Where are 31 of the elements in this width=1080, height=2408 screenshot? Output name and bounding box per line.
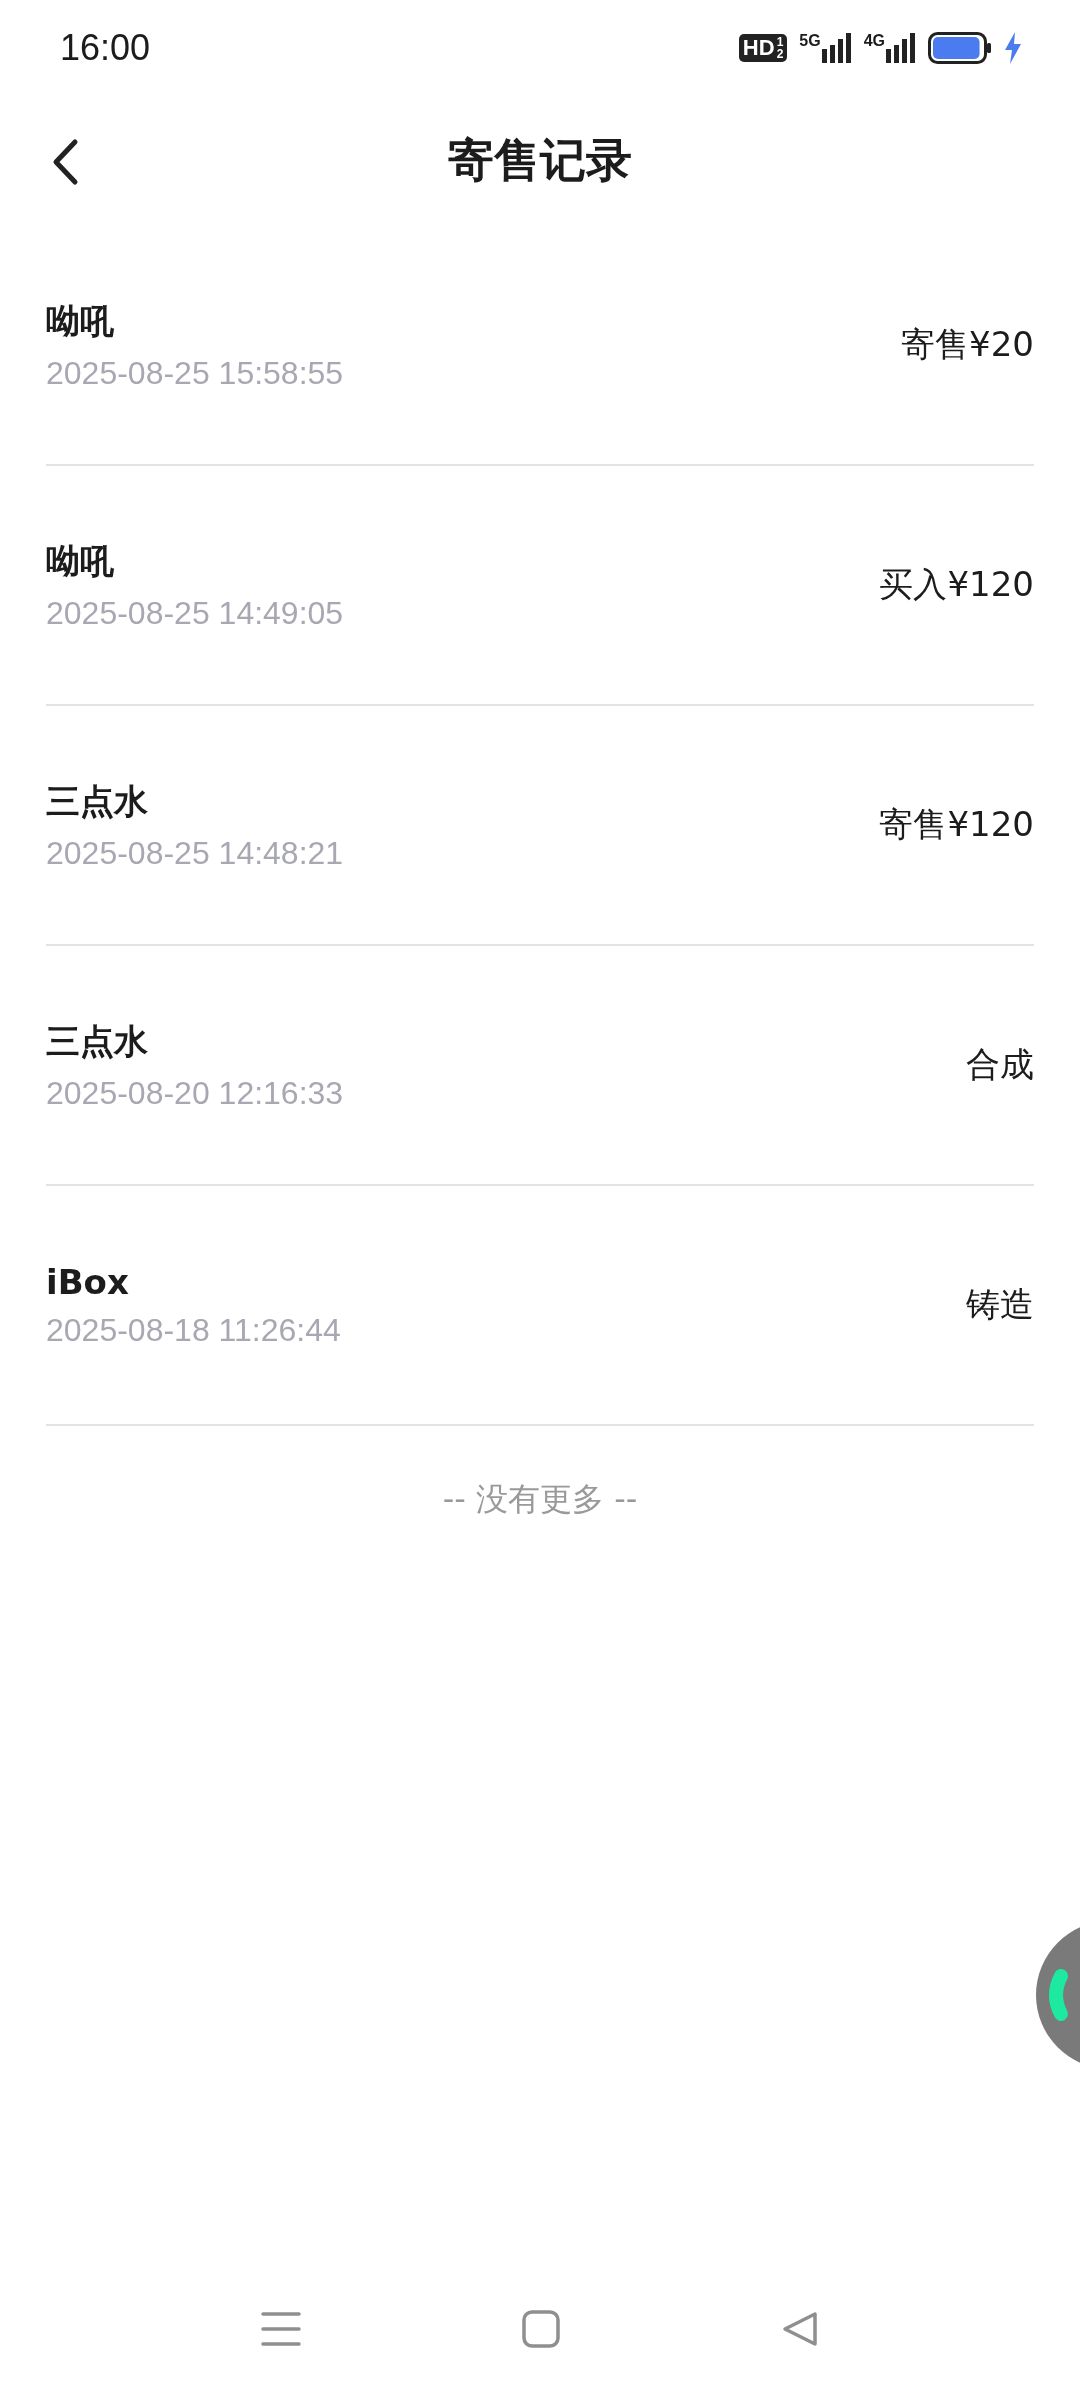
record-action: 寄售¥20 — [901, 323, 1034, 366]
record-row[interactable]: 三点水 2025-08-25 14:48:21 寄售¥120 — [46, 706, 1034, 946]
record-name: 呦吼 — [46, 539, 115, 583]
record-name: 呦吼 — [46, 299, 115, 343]
record-time: 2025-08-20 12:16:33 — [46, 1074, 344, 1112]
battery-icon — [928, 32, 992, 64]
network-label: 5G — [799, 33, 821, 49]
record-action: 寄售¥120 — [879, 803, 1034, 846]
record-time: 2025-08-25 14:49:05 — [46, 594, 344, 632]
record-name: 三点水 — [46, 1019, 149, 1063]
record-row[interactable]: 三点水 2025-08-20 12:16:33 合成 — [46, 946, 1034, 1186]
record-name: 三点水 — [46, 779, 149, 823]
menu-icon[interactable] — [260, 2311, 301, 2347]
record-row[interactable]: 呦吼 2025-08-25 14:49:05 买入¥120 — [46, 466, 1034, 706]
record-action: 买入¥120 — [879, 563, 1034, 606]
record-row[interactable]: iBox 2025-08-18 11:26:44 铸造 — [46, 1186, 1034, 1426]
record-time: 2025-08-25 14:48:21 — [46, 834, 344, 872]
no-more-text: -- 没有更多 -- — [442, 1479, 638, 1520]
back-triangle-icon[interactable] — [781, 2310, 820, 2348]
status-time: 16:00 — [60, 27, 151, 69]
record-time: 2025-08-25 15:58:55 — [46, 354, 344, 392]
home-icon[interactable] — [522, 2310, 560, 2348]
signal-icon — [886, 33, 916, 63]
record-row[interactable]: 呦吼 2025-08-25 15:58:55 寄售¥20 — [46, 226, 1034, 466]
page-title: 寄售记录 — [448, 132, 632, 189]
record-name: iBox — [46, 1261, 130, 1302]
record-time: 2025-08-18 11:26:44 — [46, 1311, 341, 1349]
signal-icon — [821, 33, 852, 63]
record-action: 合成 — [966, 1043, 1034, 1086]
record-action: 铸造 — [966, 1283, 1034, 1326]
network-label: 4G — [863, 33, 885, 49]
